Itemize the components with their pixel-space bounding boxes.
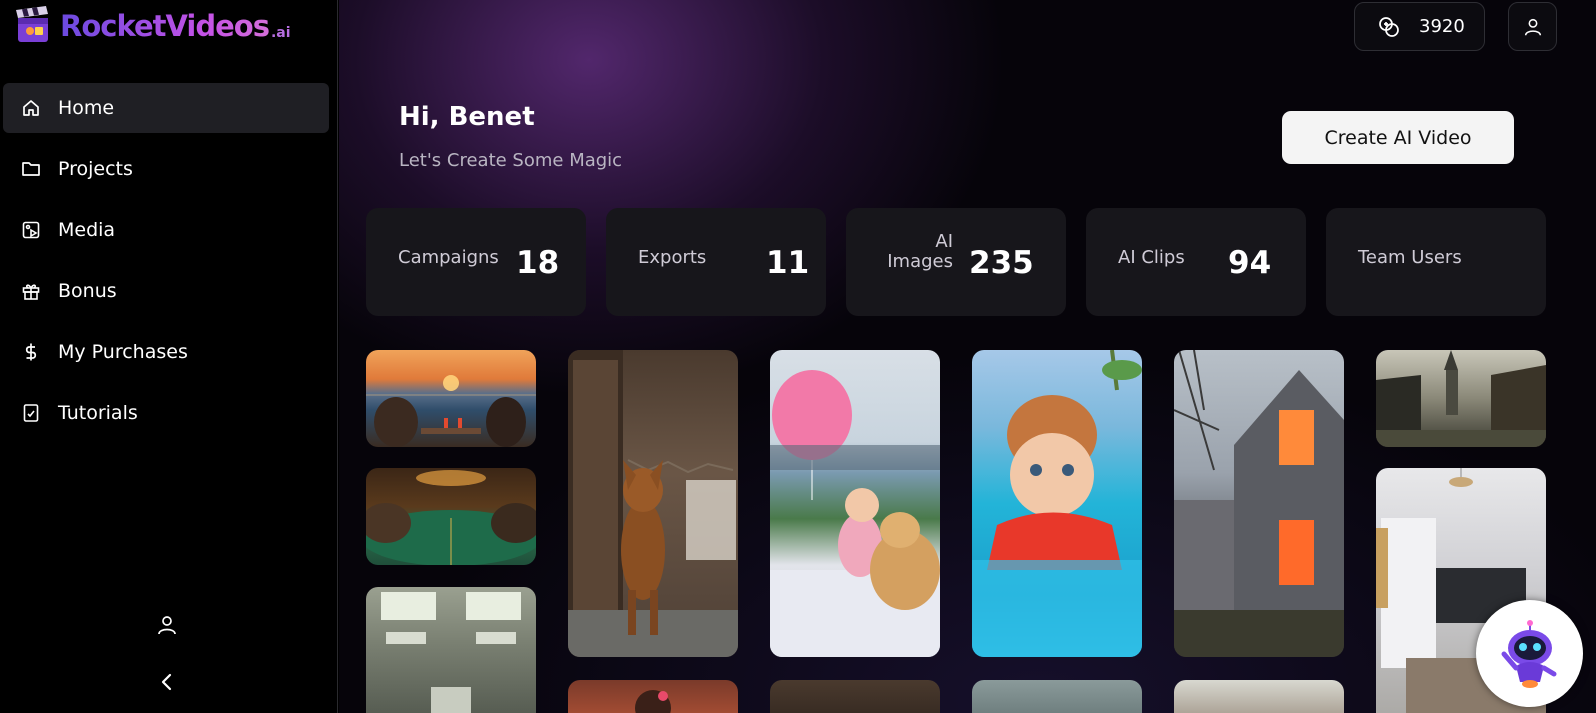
sidebar-item-label: Bonus — [58, 280, 117, 302]
stat-label: AI Images — [887, 231, 953, 272]
partial-thumbnail — [635, 690, 671, 713]
gift-icon — [20, 280, 42, 302]
gallery-tile[interactable] — [366, 350, 536, 447]
gallery-tile[interactable] — [1174, 680, 1344, 713]
stat-label: Team Users — [1358, 247, 1462, 268]
gallery-tile[interactable] — [972, 680, 1142, 713]
gallery-tile[interactable] — [568, 350, 738, 657]
stat-value: 11 — [766, 245, 810, 281]
user-icon[interactable] — [155, 613, 179, 637]
stat-value: 18 — [516, 245, 560, 281]
assistant-robot-button[interactable] — [1476, 600, 1583, 707]
toddler-in-pool-thumbnail — [972, 350, 1142, 657]
gallery-tile[interactable] — [568, 680, 738, 713]
sidebar-item-label: Projects — [58, 158, 133, 180]
sidebar-item-home[interactable]: Home — [3, 83, 329, 133]
card-game-table-thumbnail — [366, 470, 536, 565]
stat-card-ai-clips[interactable]: AI Clips 94 — [1086, 208, 1306, 316]
stat-card-team-users[interactable]: Team Users — [1326, 208, 1546, 316]
main-content: 3920 Hi, Benet Let's Create Some Magic C… — [339, 0, 1596, 713]
gallery-tile[interactable] — [366, 468, 536, 565]
gallery-tile[interactable] — [366, 587, 536, 713]
stat-value: 235 — [969, 245, 1034, 281]
sidebar-item-tutorials[interactable]: Tutorials — [3, 388, 329, 438]
logo-suffix: .ai — [270, 25, 291, 41]
account-button[interactable] — [1508, 2, 1557, 51]
office-ceiling-room-thumbnail — [381, 592, 521, 713]
sidebar-item-label: Home — [58, 97, 115, 119]
credits-badge[interactable]: 3920 — [1354, 2, 1485, 51]
dog-in-nursery-thumbnail — [568, 350, 738, 657]
asian-village-street-thumbnail — [1376, 350, 1546, 447]
sidebar-item-media[interactable]: Media — [3, 205, 329, 255]
stat-label: Exports — [638, 247, 707, 268]
stat-label: AI Clips — [1118, 247, 1185, 268]
stat-value: 94 — [1228, 245, 1272, 281]
robot-mascot-icon — [1501, 619, 1556, 688]
stat-card-campaigns[interactable]: Campaigns 18 — [366, 208, 586, 316]
folder-icon — [20, 158, 42, 180]
sidebar-item-label: Tutorials — [58, 402, 138, 424]
house-with-lit-windows-thumbnail — [1174, 350, 1344, 657]
credits-value: 3920 — [1419, 16, 1465, 37]
gallery-tile[interactable] — [1174, 350, 1344, 657]
sidebar-nav: Home Projects Media Bonus My Purchases T… — [3, 83, 329, 449]
baby-with-balloon-and-dog-thumbnail — [770, 370, 940, 657]
stat-card-ai-images[interactable]: AI Images 235 — [846, 208, 1066, 316]
coins-icon — [1379, 16, 1399, 37]
create-ai-video-button[interactable]: Create AI Video — [1282, 111, 1514, 164]
greeting-title: Hi, Benet — [399, 102, 535, 132]
book-icon — [20, 402, 42, 424]
user-icon — [1524, 18, 1541, 35]
clapperboard-logo-icon — [16, 6, 48, 42]
gallery-tile[interactable] — [770, 350, 940, 657]
logo-text: RocketVideos — [60, 9, 270, 43]
sidebar: RocketVideos .ai Home Projects Media Bon… — [0, 0, 338, 713]
dollar-icon — [20, 341, 42, 363]
sidebar-item-label: Media — [58, 219, 116, 241]
gallery-tile[interactable] — [770, 680, 940, 713]
gallery-tile[interactable] — [972, 350, 1142, 657]
sidebar-item-projects[interactable]: Projects — [3, 144, 329, 194]
app-logo[interactable]: RocketVideos .ai — [14, 4, 291, 48]
stat-card-exports[interactable]: Exports 11 — [606, 208, 826, 316]
sidebar-item-label: My Purchases — [58, 341, 188, 363]
media-icon — [20, 219, 42, 241]
sidebar-item-my-purchases[interactable]: My Purchases — [3, 327, 329, 377]
stat-label: Campaigns — [398, 247, 499, 268]
couple-at-beach-sunset-thumbnail — [366, 375, 536, 447]
chevron-left-icon[interactable] — [157, 670, 177, 694]
home-icon — [20, 97, 42, 119]
gallery-tile[interactable] — [1376, 350, 1546, 447]
greeting-subtitle: Let's Create Some Magic — [399, 150, 623, 171]
sidebar-item-bonus[interactable]: Bonus — [3, 266, 329, 316]
